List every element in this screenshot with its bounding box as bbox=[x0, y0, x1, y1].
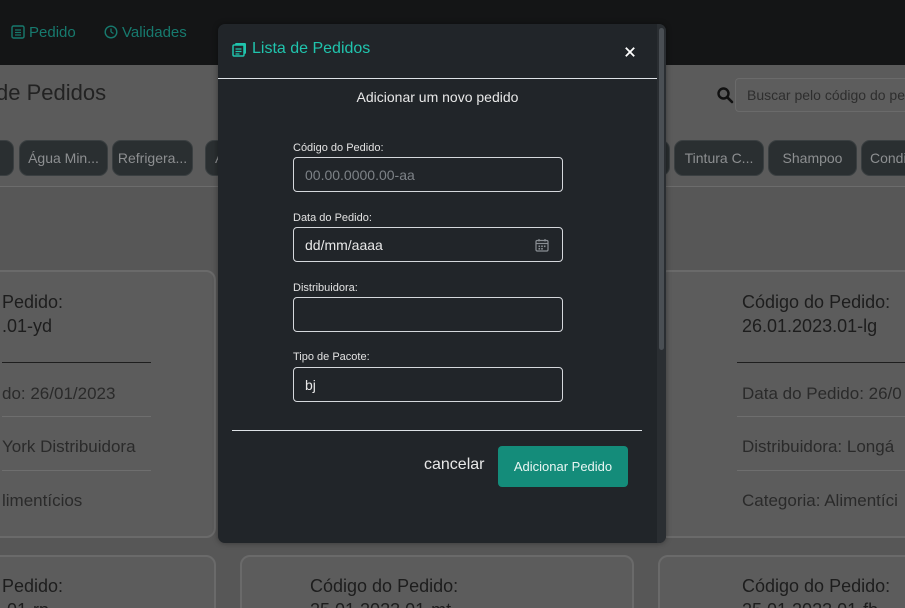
category-button[interactable]: Refrigera... bbox=[112, 140, 193, 176]
order-code-value: 25.01.2023.01-fb bbox=[742, 598, 878, 608]
modal-footer-divider bbox=[232, 430, 642, 431]
order-category: limentícios bbox=[2, 491, 83, 510]
order-code-label: Código do Pedido: bbox=[293, 142, 384, 154]
search-icon bbox=[717, 87, 734, 104]
divider bbox=[2, 416, 151, 417]
category-button[interactable] bbox=[0, 140, 14, 176]
order-card[interactable]: Pedido: .01-rp bbox=[0, 555, 216, 608]
add-order-modal: Lista de Pedidos Adicionar um novo pedid… bbox=[218, 24, 666, 543]
nav-link-pedido[interactable]: Pedido bbox=[11, 22, 76, 42]
category-button[interactable]: Tintura C... bbox=[674, 140, 764, 176]
divider bbox=[737, 416, 905, 417]
list-icon bbox=[232, 42, 246, 57]
divider bbox=[2, 362, 151, 363]
close-icon bbox=[625, 47, 635, 57]
distributor-label: Distribuidora: bbox=[293, 282, 358, 294]
modal-title-text: Lista de Pedidos bbox=[252, 40, 371, 57]
category-label: Água Min... bbox=[28, 150, 99, 166]
order-code-value: .01-rp bbox=[2, 598, 49, 608]
order-code-label: Código do Pedido: bbox=[310, 576, 459, 596]
category-label: Refrigera... bbox=[117, 150, 188, 166]
calendar-icon[interactable] bbox=[535, 238, 549, 252]
distributor-input[interactable] bbox=[293, 297, 563, 332]
package-type-label: Tipo de Pacote: bbox=[293, 351, 370, 363]
order-card[interactable]: Código do Pedido: 25.01.2023.01-fb bbox=[658, 555, 905, 608]
order-date-label: Data do Pedido: bbox=[293, 212, 372, 224]
order-date-input[interactable]: dd/mm/aaaa bbox=[293, 227, 563, 262]
order-category: Categoria: Alimentíci bbox=[742, 491, 898, 510]
modal-title: Lista de Pedidos bbox=[232, 40, 370, 58]
category-label: Tintura C... bbox=[684, 150, 754, 166]
clock-icon bbox=[104, 25, 118, 39]
order-distributor: York Distribuidora bbox=[2, 437, 136, 456]
order-code-input[interactable] bbox=[293, 157, 563, 192]
order-date: Data do Pedido: 26/0 bbox=[742, 384, 902, 403]
list-icon bbox=[11, 25, 25, 39]
order-code-label: Pedido: bbox=[2, 292, 64, 312]
order-card[interactable]: Pedido: .01-yd do: 26/01/2023 York Distr… bbox=[0, 270, 216, 538]
nav-link-label: Validades bbox=[122, 23, 187, 41]
order-code-label: Código do Pedido: bbox=[742, 576, 891, 596]
order-code-value: .01-yd bbox=[2, 316, 53, 336]
divider bbox=[2, 470, 151, 471]
category-label: Shampoo bbox=[782, 150, 843, 166]
category-button[interactable]: Água Min... bbox=[19, 140, 108, 176]
order-code-label: Pedido: bbox=[2, 576, 64, 596]
order-card[interactable]: Código do Pedido: 26.01.2023.01-lg Data … bbox=[658, 270, 905, 538]
order-distributor: Distribuidora: Longá bbox=[742, 437, 895, 456]
nav-link-label: Pedido bbox=[29, 23, 76, 41]
search-bar bbox=[716, 78, 905, 112]
category-label: Condi bbox=[870, 150, 905, 166]
order-code-label: Código do Pedido: bbox=[742, 292, 891, 312]
page-title: de Pedidos bbox=[0, 80, 107, 105]
close-button[interactable] bbox=[620, 42, 640, 62]
order-code-value: 26.01.2023.01-lg bbox=[742, 316, 878, 336]
order-code-value: 25.01.2023.01-mt bbox=[310, 598, 451, 608]
category-button[interactable]: Shampoo bbox=[768, 140, 857, 176]
order-date-value: dd/mm/aaaa bbox=[305, 236, 383, 253]
scrollbar-thumb[interactable] bbox=[659, 28, 664, 350]
modal-header: Lista de Pedidos bbox=[218, 24, 657, 79]
category-button[interactable]: Condi bbox=[861, 140, 905, 176]
order-card[interactable]: Código do Pedido: 25.01.2023.01-mt bbox=[240, 555, 634, 608]
add-order-button[interactable]: Adicionar Pedido bbox=[498, 446, 628, 487]
search-input[interactable] bbox=[735, 78, 905, 112]
order-date: do: 26/01/2023 bbox=[2, 384, 116, 403]
modal-subtitle: Adicionar um novo pedido bbox=[356, 89, 519, 105]
divider bbox=[737, 470, 905, 471]
nav-link-validades[interactable]: Validades bbox=[104, 22, 187, 42]
package-type-input[interactable] bbox=[293, 367, 563, 402]
cancel-button[interactable]: cancelar bbox=[424, 456, 484, 474]
divider bbox=[737, 362, 905, 363]
